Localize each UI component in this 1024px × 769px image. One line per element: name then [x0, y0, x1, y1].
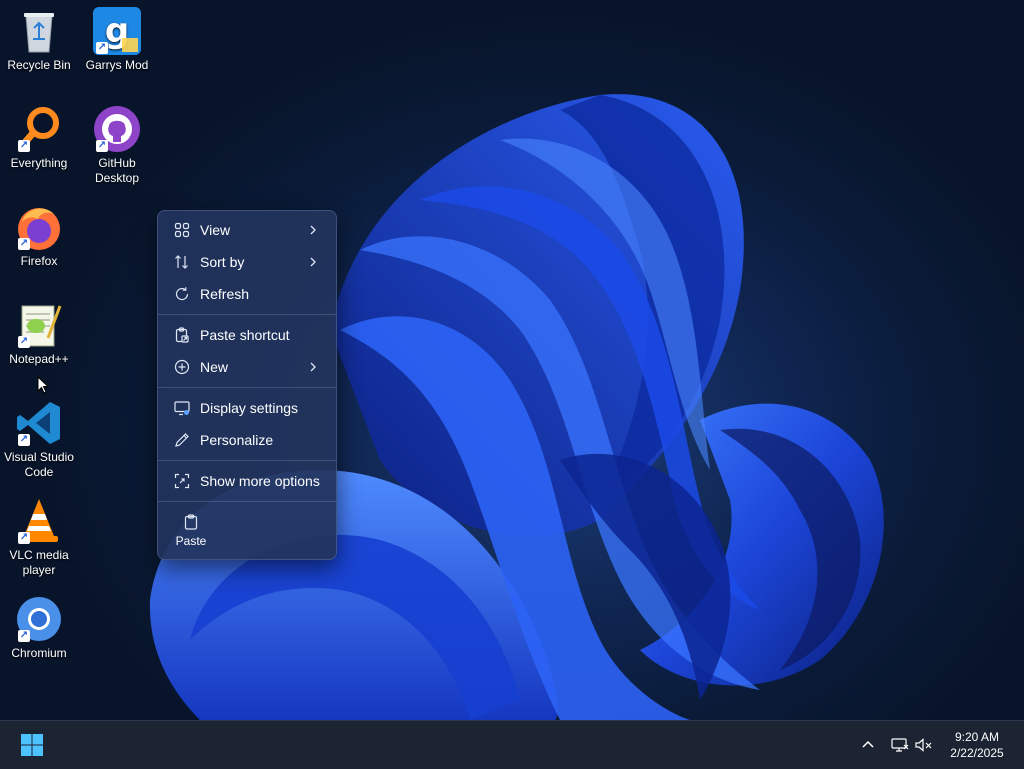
- desktop-icon-label: Visual Studio Code: [4, 450, 74, 479]
- view-grid-icon: [174, 222, 190, 238]
- menu-item-view[interactable]: View: [162, 215, 332, 245]
- desktop-icon-label: GitHub Desktop: [94, 156, 140, 185]
- desktop-icon-everything[interactable]: ↗ Everything: [0, 100, 78, 171]
- paste-button[interactable]: Paste: [166, 511, 216, 555]
- menu-item-show-more-options[interactable]: Show more options: [162, 466, 332, 496]
- menu-item-label: Display settings: [200, 400, 299, 416]
- shortcut-arrow-icon: ↗: [96, 140, 108, 152]
- clock-date: 2/22/2025: [950, 746, 1004, 760]
- paste-button-label: Paste: [175, 534, 207, 548]
- menu-item-label: Show more options: [200, 473, 320, 489]
- chevron-right-icon: [310, 225, 316, 235]
- menu-item-label: Refresh: [200, 286, 250, 302]
- desktop-icon-label: Notepad++: [9, 352, 69, 366]
- volume-muted-icon[interactable]: [914, 735, 934, 755]
- desktop-icon-label: VLC media player: [9, 548, 69, 577]
- clipboard-icon: [183, 514, 199, 530]
- shortcut-arrow-icon: ↗: [18, 434, 30, 446]
- desktop-icon-chromium[interactable]: ↗ Chromium: [0, 590, 78, 661]
- recycle-bin-icon: [24, 13, 54, 53]
- taskbar: 9:20 AM 2/22/2025: [0, 720, 1024, 769]
- menu-item-label: View: [200, 222, 231, 238]
- desktop-icon-vscode[interactable]: ↗ Visual Studio Code: [0, 394, 78, 480]
- shortcut-arrow-icon: ↗: [18, 238, 30, 250]
- mouse-cursor-icon: [37, 376, 49, 394]
- chevron-right-icon: [310, 257, 316, 267]
- taskbar-clock[interactable]: 9:20 AM 2/22/2025: [940, 729, 1014, 761]
- menu-item-label: Personalize: [200, 432, 274, 448]
- desktop-icon-garrys-mod[interactable]: g ↗ Garrys Mod: [78, 2, 156, 73]
- start-button[interactable]: [14, 729, 50, 761]
- menu-separator: [158, 460, 336, 461]
- desktop-icon-label: Chromium: [11, 646, 67, 660]
- desktop-icon-label: Recycle Bin: [7, 58, 71, 72]
- desktop-icon-github-desktop[interactable]: ↗ GitHub Desktop: [78, 100, 156, 186]
- menu-separator: [158, 387, 336, 388]
- shortcut-arrow-icon: ↗: [18, 532, 30, 544]
- menu-separator: [158, 501, 336, 502]
- clock-time: 9:20 AM: [954, 730, 1000, 744]
- desktop-icon-label: Garrys Mod: [85, 58, 149, 72]
- pen-icon: [174, 432, 190, 448]
- desktop-icon-recycle-bin[interactable]: Recycle Bin: [0, 2, 78, 73]
- menu-item-new[interactable]: New: [162, 352, 332, 382]
- shortcut-arrow-icon: ↗: [18, 336, 30, 348]
- paste-shortcut-icon: [174, 327, 190, 343]
- desktop-context-menu: View Sort by Refresh Paste shortcut New …: [157, 210, 337, 560]
- network-icon[interactable]: [890, 735, 910, 755]
- desktop-icon-label: Firefox: [20, 254, 58, 268]
- menu-item-label: Sort by: [200, 254, 245, 270]
- display-settings-icon: [174, 400, 190, 416]
- menu-item-display-settings[interactable]: Display settings: [162, 393, 332, 423]
- menu-item-label: Paste shortcut: [200, 327, 290, 343]
- desktop-icon-firefox[interactable]: ↗ Firefox: [0, 198, 78, 269]
- menu-item-personalize[interactable]: Personalize: [162, 425, 332, 455]
- menu-item-sort-by[interactable]: Sort by: [162, 247, 332, 277]
- shortcut-arrow-icon: ↗: [18, 630, 30, 642]
- sort-icon: [174, 254, 190, 270]
- menu-item-refresh[interactable]: Refresh: [162, 279, 332, 309]
- desktop[interactable]: Recycle Bin g ↗ Garrys Mod ↗ Everything: [0, 0, 1024, 720]
- shortcut-arrow-icon: ↗: [96, 42, 108, 54]
- desktop-icon-label: Everything: [10, 156, 68, 170]
- menu-item-label: New: [200, 359, 229, 375]
- new-plus-icon: [174, 359, 190, 375]
- refresh-icon: [174, 286, 190, 302]
- menu-separator: [158, 314, 336, 315]
- show-more-icon: [174, 473, 190, 489]
- windows-start-icon: [21, 734, 43, 756]
- chevron-up-icon[interactable]: [858, 735, 878, 755]
- chevron-right-icon: [310, 362, 316, 372]
- desktop-icon-vlc[interactable]: ↗ VLC media player: [0, 492, 78, 578]
- desktop-icon-notepadpp[interactable]: ↗ Notepad++: [0, 296, 78, 367]
- shortcut-arrow-icon: ↗: [18, 140, 30, 152]
- menu-item-paste-shortcut[interactable]: Paste shortcut: [162, 320, 332, 350]
